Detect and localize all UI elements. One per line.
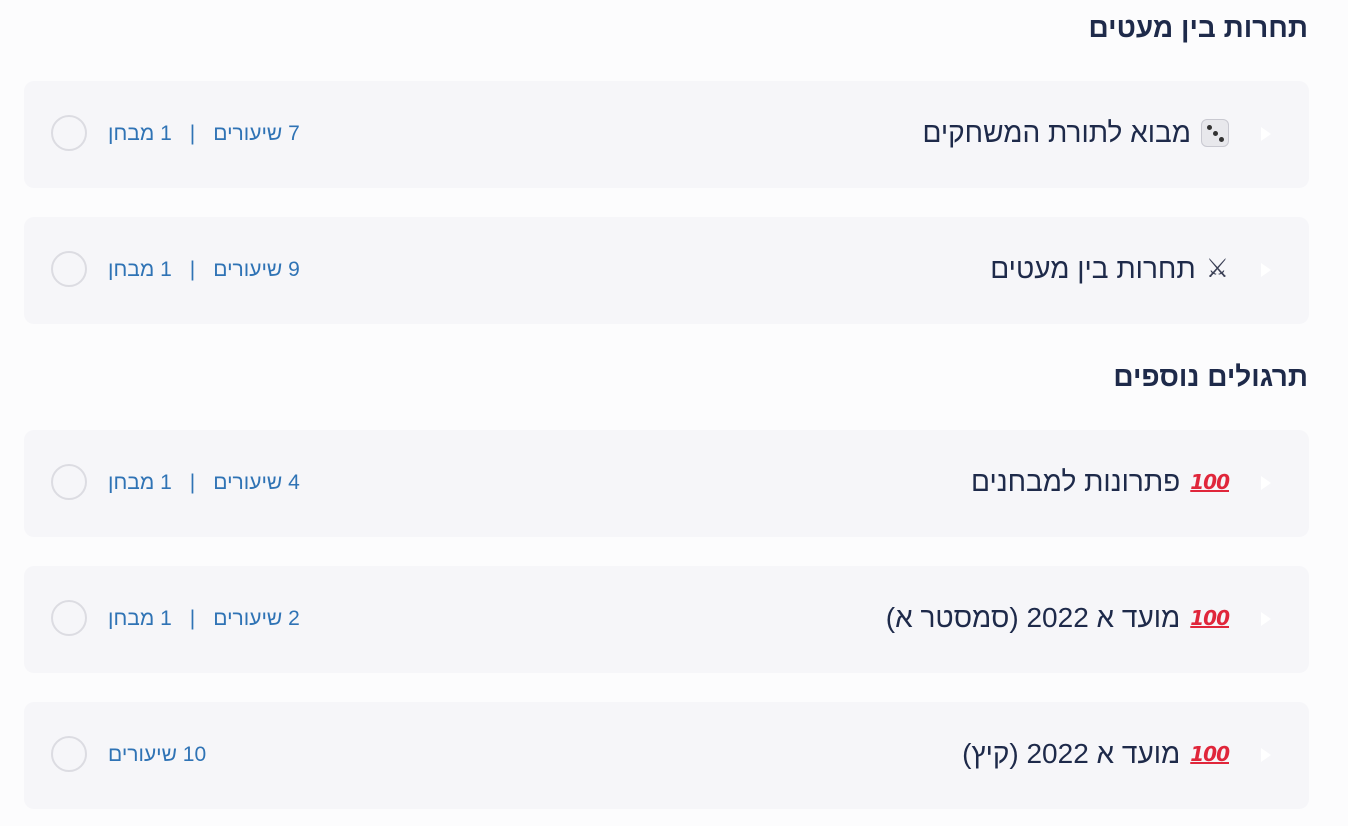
expand-caret-icon[interactable] [1261, 748, 1271, 762]
exam-count: 1 מבחן [108, 607, 172, 630]
module-title: מבוא לתורת המשחקים [922, 115, 1229, 151]
module-meta: 2 שיעורים | 1 מבחן [108, 606, 300, 632]
module-meta: 10 שיעורים [108, 742, 206, 768]
section-title: תחרות בין מעטים [1088, 12, 1308, 43]
lesson-count: 4 שיעורים [213, 471, 300, 494]
module-title-text: פתרונות למבחנים [971, 466, 1181, 497]
crossed-swords-icon: ⚔ [1205, 254, 1229, 284]
module-title-text: תחרות בין מעטים [990, 253, 1196, 284]
game-die-icon [1201, 119, 1229, 147]
module-title-text: מועד א 2022 (סמסטר א) [885, 602, 1181, 633]
course-outline: תחרות בין מעטים מבוא לתורת המשחקים 7 שיע… [0, 0, 1348, 826]
module-meta: 9 שיעורים | 1 מבחן [108, 257, 300, 283]
module-title: ⚔ תחרות בין מעטים [990, 251, 1229, 287]
module-row[interactable]: 100 פתרונות למבחנים 4 שיעורים | 1 מבחן [24, 430, 1309, 537]
hundred-points-icon: 100 [1190, 470, 1230, 494]
expand-caret-icon[interactable] [1261, 612, 1271, 626]
module-title: 100 פתרונות למבחנים [971, 464, 1230, 500]
meta-separator: | [189, 471, 196, 494]
module-row[interactable]: מבוא לתורת המשחקים 7 שיעורים | 1 מבחן [24, 81, 1309, 188]
expand-caret-icon[interactable] [1261, 476, 1271, 490]
hundred-points-icon: 100 [1190, 742, 1230, 766]
module-row[interactable]: 100 מועד א 2022 (סמסטר א) 2 שיעורים | 1 … [24, 566, 1309, 673]
exam-count: 1 מבחן [108, 258, 172, 281]
meta-separator: | [189, 258, 196, 281]
expand-caret-icon[interactable] [1261, 127, 1271, 141]
completion-status-icon [51, 464, 87, 500]
completion-status-icon [51, 736, 87, 772]
lesson-count: 10 שיעורים [108, 743, 207, 766]
module-title: 100 מועד א 2022 (סמסטר א) [885, 600, 1230, 636]
exam-count: 1 מבחן [108, 122, 172, 145]
lesson-count: 2 שיעורים [213, 607, 300, 630]
hundred-points-icon: 100 [1190, 606, 1230, 630]
module-meta: 7 שיעורים | 1 מבחן [108, 121, 300, 147]
module-row[interactable]: ⚔ תחרות בין מעטים 9 שיעורים | 1 מבחן [24, 217, 1309, 324]
section-title: תרגולים נוספים [1113, 361, 1308, 392]
module-title: 100 מועד א 2022 (קיץ) [962, 736, 1230, 772]
completion-status-icon [51, 251, 87, 287]
expand-caret-icon[interactable] [1261, 263, 1271, 277]
module-meta: 4 שיעורים | 1 מבחן [108, 470, 300, 496]
lesson-count: 9 שיעורים [213, 258, 300, 281]
module-title-text: מבוא לתורת המשחקים [922, 117, 1191, 148]
module-title-text: מועד א 2022 (קיץ) [962, 738, 1181, 769]
meta-separator: | [189, 607, 196, 630]
completion-status-icon [51, 600, 87, 636]
lesson-count: 7 שיעורים [213, 122, 300, 145]
meta-separator: | [189, 122, 196, 145]
exam-count: 1 מבחן [108, 471, 172, 494]
module-row[interactable]: 100 מועד א 2022 (קיץ) 10 שיעורים [24, 702, 1309, 809]
completion-status-icon [51, 115, 87, 151]
